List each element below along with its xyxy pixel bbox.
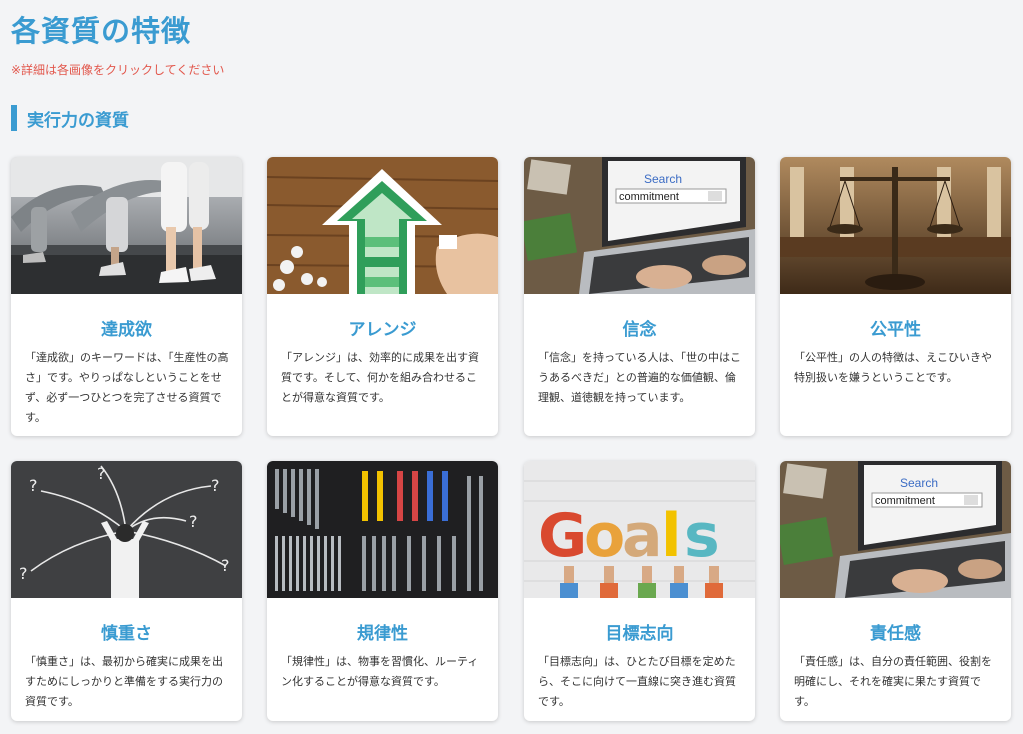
talent-card-achiever[interactable]: 達成欲 「達成欲」のキーワードは、「生産性の高さ」です。やりっぱなしということを…: [11, 157, 242, 436]
goals-letter-g: G: [538, 501, 587, 571]
section-title: 実行力の資質: [27, 110, 129, 131]
thinking-man-question-marks-photo[interactable]: ??? ???: [11, 461, 242, 598]
goals-letter-l: l: [661, 501, 682, 571]
justice-scales-photo[interactable]: [780, 157, 1011, 294]
goals-letters-photo[interactable]: G o a l s: [524, 461, 755, 598]
talent-card-responsibility[interactable]: Search commitment 責任感 「責任感」は、自分の責任範囲、役割を…: [780, 461, 1011, 721]
talent-name: 目標志向: [605, 624, 674, 644]
click-instruction-note: ※詳細は各画像をクリックしてください: [11, 63, 225, 77]
search-query-text: commitment: [619, 191, 679, 203]
talent-description: 「達成欲」のキーワードは、「生産性の高さ」です。やりっぱなしということをせず、必…: [25, 351, 229, 424]
laptop-commitment-search-photo[interactable]: Search commitment: [780, 461, 1011, 598]
page-title: 各資質の特徴: [11, 14, 192, 48]
talent-card-deliberative[interactable]: ??? ??? 慎重さ 「慎重さ」は、最初から確実に成果を出すためにしっかりと準…: [11, 461, 242, 721]
svg-text:?: ?: [19, 564, 28, 583]
talent-name: 信念: [622, 320, 657, 340]
svg-text:?: ?: [221, 556, 230, 575]
talent-description: 「アレンジ」は、効率的に成果を出す資質です。そして、何かを組み合わせることが得意…: [281, 351, 479, 404]
talent-card-discipline[interactable]: 規律性 「規律性」は、物事を習慣化、ルーティン化することが得意な資質です。: [267, 461, 498, 721]
talent-card-belief[interactable]: Search commitment 信念 「信念」を持っている人は、「世の中はこ…: [524, 157, 755, 436]
goals-letter-o: o: [584, 501, 625, 571]
talent-description: 「責任感」は、自分の責任範囲、役割を明確にし、それを確実に果たす資質です。: [794, 655, 992, 708]
talent-name: 公平性: [870, 320, 921, 340]
organized-tool-wall-photo[interactable]: [267, 461, 498, 598]
talent-name: 達成欲: [101, 320, 152, 340]
goals-letter-a: a: [622, 501, 663, 571]
svg-text:?: ?: [29, 476, 38, 495]
talent-description: 「公平性」の人の特徴は、えこひいきや特別扱いを嫌うということです。: [794, 351, 992, 384]
treadmill-runners-photo[interactable]: [11, 157, 242, 294]
search-query-text: commitment: [875, 495, 935, 507]
talent-card-consistency[interactable]: 公平性 「公平性」の人の特徴は、えこひいきや特別扱いを嫌うということです。: [780, 157, 1011, 436]
svg-text:?: ?: [97, 464, 106, 483]
talent-name: 慎重さ: [101, 624, 152, 644]
search-logo-text: Search: [644, 172, 682, 186]
talent-card-focus[interactable]: G o a l s 目標志向 「目標志向」は、ひとたび目標を定めたら、そこに向け…: [524, 461, 755, 721]
section-header: 実行力の資質: [11, 105, 129, 131]
puzzle-arrow-photo[interactable]: [267, 157, 498, 294]
talent-name: 責任感: [870, 624, 921, 644]
svg-text:?: ?: [189, 512, 198, 531]
search-logo-text: Search: [900, 476, 938, 490]
svg-text:?: ?: [211, 476, 220, 495]
talent-description: 「目標志向」は、ひとたび目標を定めたら、そこに向けて一直線に突き進む資質です。: [538, 655, 736, 708]
talent-description: 「信念」を持っている人は、「世の中はこうあるべきだ」との普遍的な価値観、倫理観、…: [538, 351, 741, 404]
talent-name: アレンジ: [348, 320, 417, 340]
laptop-commitment-search-photo[interactable]: Search commitment: [524, 157, 755, 294]
talent-name: 規律性: [357, 624, 408, 644]
talent-description: 「規律性」は、物事を習慣化、ルーティン化することが得意な資質です。: [281, 655, 479, 688]
talent-description: 「慎重さ」は、最初から確実に成果を出すためにしっかりと準備をする実行力の資質です…: [25, 655, 223, 708]
section-accent-bar: [11, 105, 17, 131]
goals-letter-s: s: [684, 501, 720, 571]
talent-card-arranger[interactable]: アレンジ 「アレンジ」は、効率的に成果を出す資質です。そして、何かを組み合わせる…: [267, 157, 498, 436]
